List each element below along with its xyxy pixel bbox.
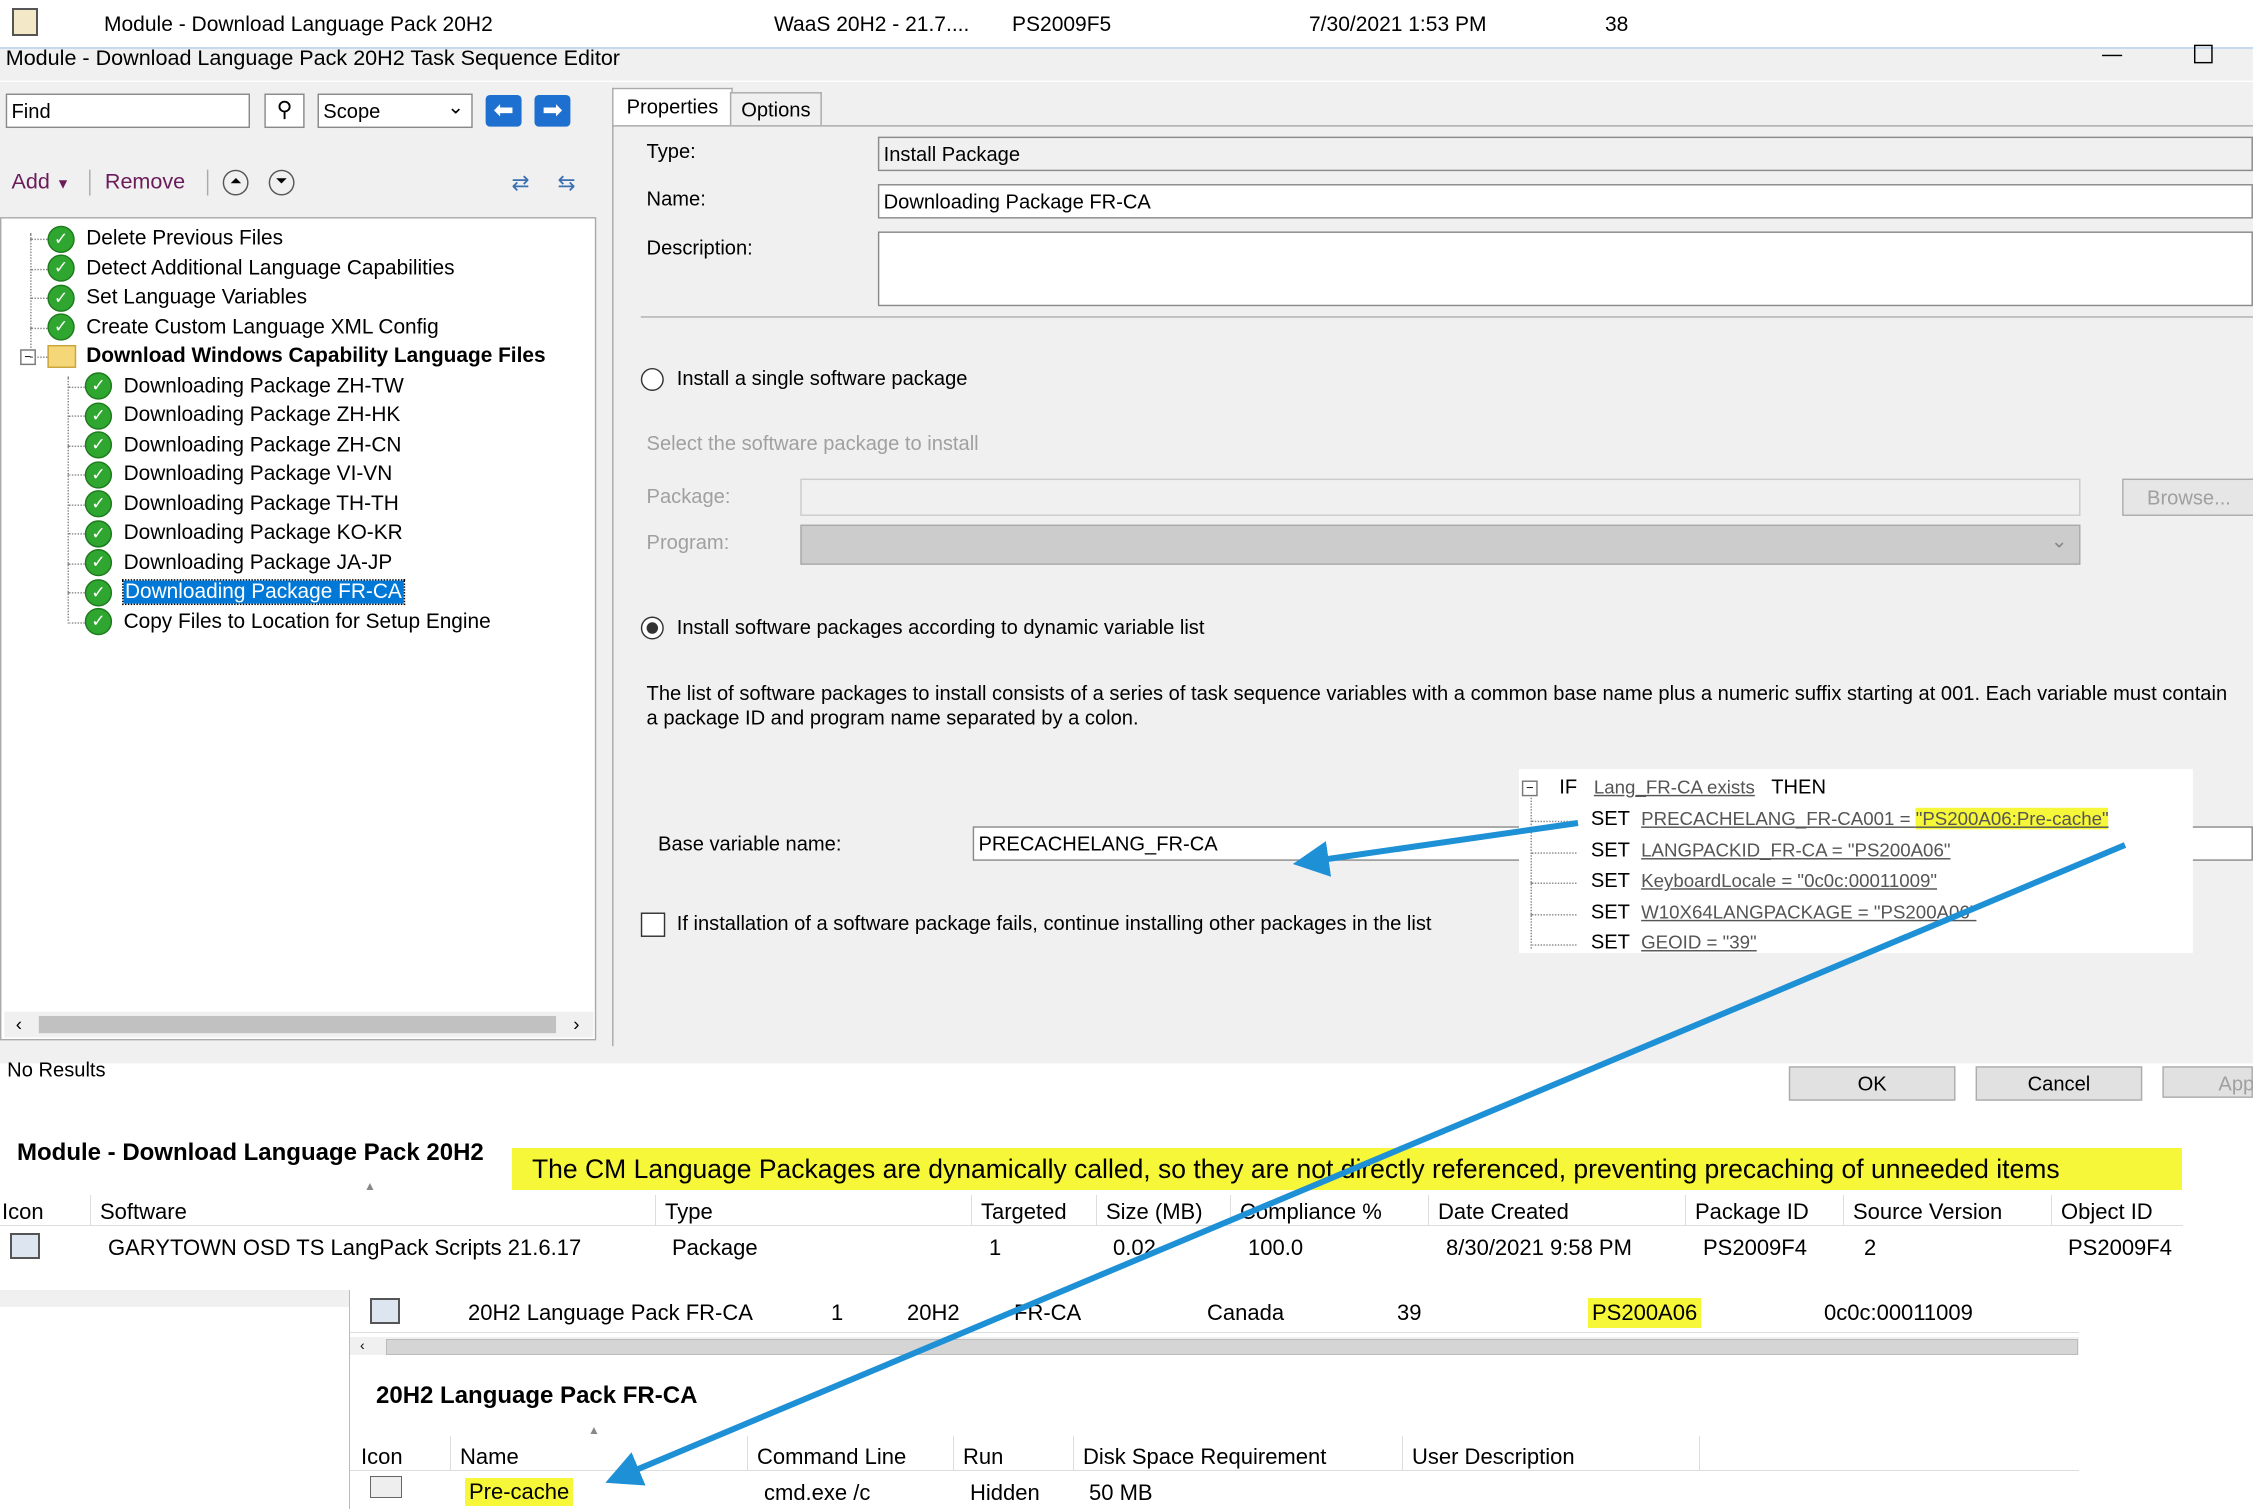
- annotation-arrows: [605, 820, 2127, 1486]
- arrow-to-base-variable: [1292, 820, 1579, 877]
- arrow-to-pre-cache: [605, 842, 2127, 1486]
